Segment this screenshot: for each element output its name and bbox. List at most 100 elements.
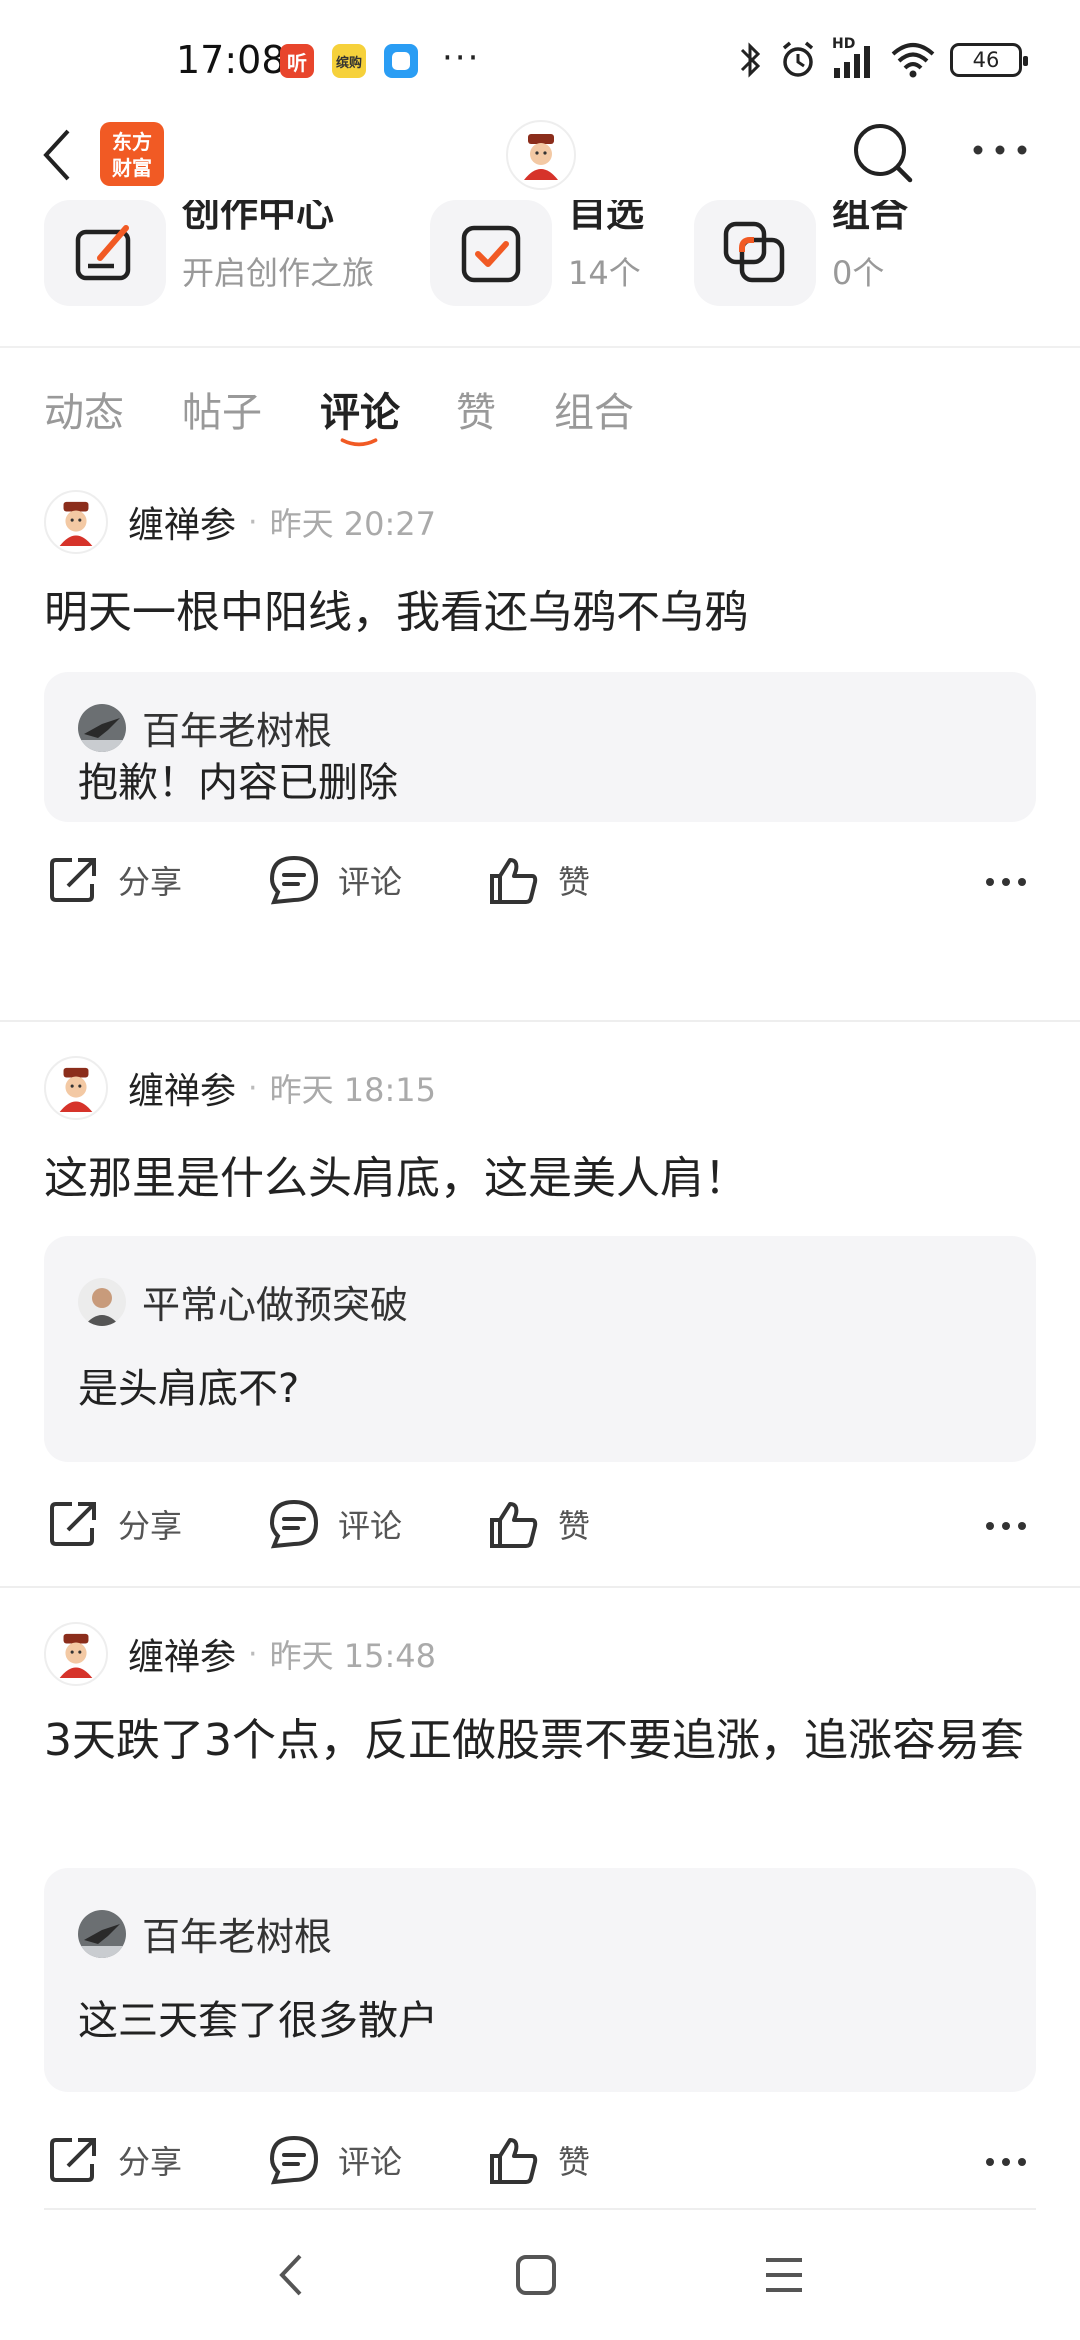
share-button[interactable]: 分享 — [48, 1498, 182, 1550]
quoted-text: 抱歉！内容已删除 — [78, 760, 398, 806]
person-avatar-icon — [78, 1277, 126, 1326]
comment-button[interactable]: 评论 — [268, 854, 402, 906]
check-square-icon — [461, 225, 521, 283]
post-divider — [0, 1586, 1080, 1588]
comment-text[interactable]: 这那里是什么头肩底，这是美人肩！ — [44, 1146, 1044, 1212]
square-home-icon — [516, 2255, 556, 2295]
like-label: 赞 — [558, 2143, 591, 2181]
share-button[interactable]: 分享 — [48, 854, 182, 906]
tab-dynamics[interactable]: 动态 — [44, 380, 124, 438]
avatar[interactable] — [44, 1622, 108, 1686]
fortune-god-avatar-icon — [524, 134, 558, 180]
comment-card: 缠禅参 · 昨天 20:27 明天一根中阳线，我看还乌鸦不乌鸦 百年老树根 抱歉… — [0, 490, 1080, 1020]
section-divider — [0, 346, 1080, 348]
share-icon — [50, 1502, 96, 1546]
comment-button[interactable]: 评论 — [268, 2134, 402, 2186]
quoted-post[interactable]: 百年老树根 抱歉！内容已删除 — [44, 672, 1036, 822]
author-name[interactable]: 缠禅参 — [128, 1628, 236, 1680]
tab-posts[interactable]: 帖子 — [182, 380, 262, 438]
chevron-left-icon — [43, 129, 70, 181]
system-back-button[interactable] — [272, 2250, 312, 2304]
separator-dot: · — [248, 1636, 258, 1672]
like-button[interactable]: 赞 — [488, 854, 590, 906]
like-label: 赞 — [558, 863, 591, 901]
thumbs-up-icon — [490, 858, 538, 904]
share-icon — [50, 858, 96, 902]
quoted-text: 这三天套了很多散户 — [78, 1998, 438, 2044]
comment-text[interactable]: 3天跌了3个点，反正做股票不要追涨，追涨容易套 — [44, 1708, 1044, 1774]
more-horizontal-icon — [986, 2158, 1026, 2166]
post-time: 昨天 15:48 — [269, 1637, 436, 1675]
tab-comments[interactable]: 评论 — [320, 380, 400, 438]
share-button[interactable]: 分享 — [48, 2134, 182, 2186]
like-button[interactable]: 赞 — [488, 1498, 590, 1550]
more-options-button[interactable] — [970, 130, 1030, 170]
bird-avatar-icon — [78, 703, 126, 752]
comment-actions: 分享 评论 赞 — [0, 1490, 1080, 1570]
battery-indicator: 46 — [950, 43, 1028, 77]
tab-portfolio[interactable]: 组合 — [554, 380, 634, 438]
like-button[interactable]: 赞 — [488, 2134, 590, 2186]
quoted-post[interactable]: 平常心做预突破 是头肩底不? — [44, 1236, 1036, 1462]
post-time: 昨天 18:15 — [269, 1071, 436, 1109]
quick-card-creation-center[interactable]: 创作中心 开启创作之旅 — [44, 200, 374, 306]
quoted-author-name: 百年老树根 — [142, 1915, 333, 1959]
overlap-squares-icon — [723, 221, 785, 283]
share-label: 分享 — [118, 863, 183, 901]
menu-lines-icon — [766, 2258, 802, 2292]
comment-text[interactable]: 明天一根中阳线，我看还乌鸦不乌鸦 — [44, 580, 1044, 646]
quick-card-title: 组合 — [832, 200, 909, 235]
shopping-app-icon: 缤购 — [332, 44, 366, 78]
brand-logo[interactable]: 东方财富 — [100, 122, 164, 186]
comment-header: 缠禅参 · 昨天 15:48 — [44, 1622, 436, 1686]
quoted-post[interactable]: 百年老树根 这三天套了很多散户 — [44, 1868, 1036, 2092]
system-home-button[interactable] — [514, 2250, 558, 2304]
comment-label: 评论 — [338, 2143, 403, 2181]
avatar[interactable] — [44, 1056, 108, 1120]
quick-card-portfolio[interactable]: 组合 0个 — [694, 200, 908, 306]
bluetooth-icon — [740, 42, 761, 78]
comment-actions: 分享 评论 赞 — [0, 2126, 1080, 2206]
comment-more-button[interactable] — [984, 1518, 1028, 1537]
listen-app-icon: 听 — [280, 44, 314, 78]
quoted-text: 是头肩底不? — [78, 1366, 300, 1412]
message-app-icon — [384, 44, 418, 78]
quick-card-title: 自选 — [568, 200, 645, 235]
quoted-author-avatar — [78, 1909, 126, 1958]
system-navigation-bar — [0, 2220, 1080, 2340]
quick-card-subtitle: 0个 — [832, 254, 885, 292]
bird-avatar-icon — [78, 1909, 126, 1958]
comment-more-button[interactable] — [984, 874, 1028, 893]
comment-button[interactable]: 评论 — [268, 1498, 402, 1550]
quick-card-icon-wrap — [44, 200, 166, 306]
search-icon — [854, 124, 913, 183]
notification-icons: 听 缤购 — [280, 44, 418, 78]
avatar[interactable] — [44, 490, 108, 554]
author-name[interactable]: 缠禅参 — [128, 1062, 236, 1114]
tab-likes[interactable]: 赞 — [456, 380, 496, 438]
more-horizontal-icon — [973, 145, 1027, 155]
author-name[interactable]: 缠禅参 — [128, 496, 236, 548]
comment-label: 评论 — [338, 863, 403, 901]
search-button[interactable] — [848, 118, 918, 188]
quick-card-subtitle: 开启创作之旅 — [182, 254, 375, 292]
quoted-author-avatar — [78, 1277, 126, 1326]
thumbs-up-icon — [490, 1502, 538, 1548]
pencil-square-icon — [75, 225, 131, 281]
comment-card: 缠禅参 · 昨天 18:15 这那里是什么头肩底，这是美人肩！ 平常心做预突破 … — [0, 1056, 1080, 1586]
cellular-signal-icon: HD — [832, 36, 876, 80]
comment-header: 缠禅参 · 昨天 18:15 — [44, 1056, 436, 1120]
comment-card: 缠禅参 · 昨天 15:48 3天跌了3个点，反正做股票不要追涨，追涨容易套 百… — [0, 1622, 1080, 2222]
status-time: 17:08 — [176, 38, 286, 82]
like-label: 赞 — [558, 1507, 591, 1545]
status-bar: 17:08 听 缤购 ··· HD 46 — [0, 0, 1080, 120]
back-button[interactable] — [40, 125, 90, 185]
quoted-author-name: 百年老树根 — [142, 709, 333, 753]
share-label: 分享 — [118, 1507, 183, 1545]
quick-card-watchlist[interactable]: 自选 14个 — [430, 200, 644, 306]
comment-more-button[interactable] — [984, 2154, 1028, 2173]
system-menu-button[interactable] — [762, 2250, 806, 2304]
comment-header: 缠禅参 · 昨天 20:27 — [44, 490, 436, 554]
wifi-icon — [891, 43, 935, 78]
profile-avatar[interactable] — [506, 120, 576, 190]
